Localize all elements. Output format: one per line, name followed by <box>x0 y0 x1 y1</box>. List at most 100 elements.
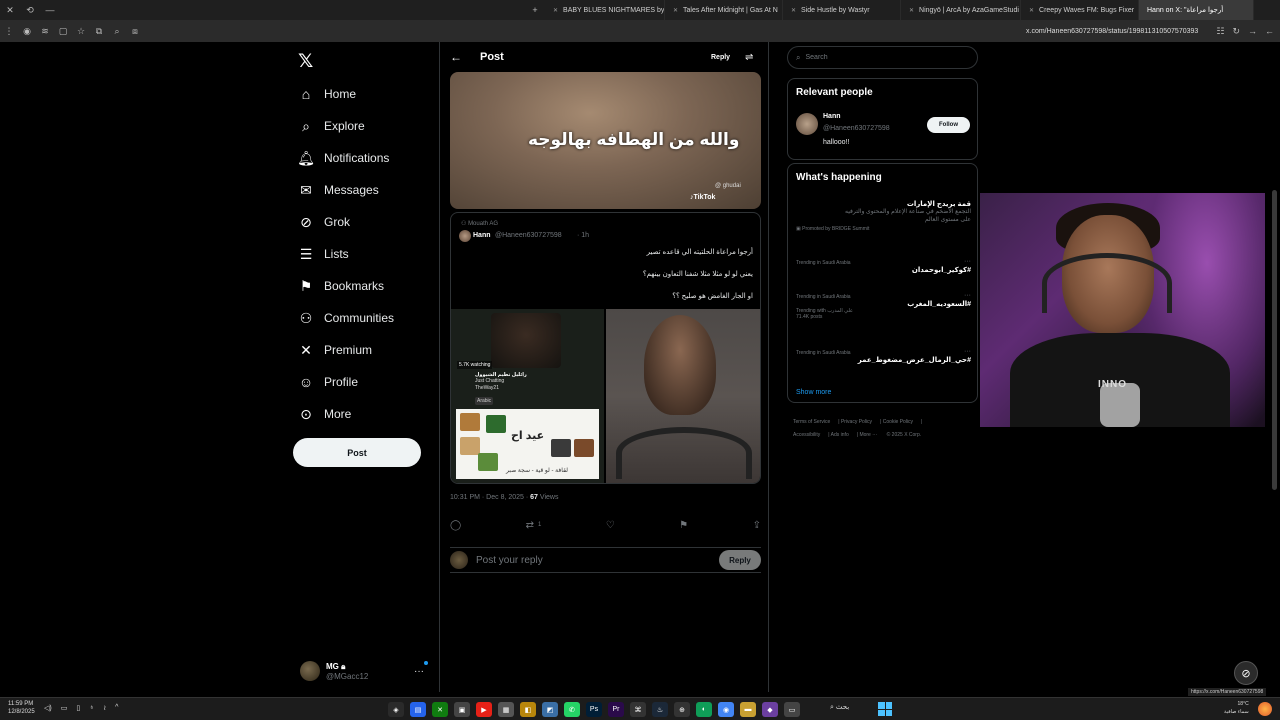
whatsapp-icon[interactable]: ✆ <box>564 702 580 717</box>
trend-item[interactable]: Trending in Saudi Arabia #كوكير_ابوحمدان… <box>796 258 971 274</box>
reply-input[interactable]: Post your reply <box>476 555 543 566</box>
grok-fab-icon[interactable]: ⊘ <box>1234 661 1258 685</box>
app-icon[interactable]: ◆ <box>762 702 778 717</box>
person-name[interactable]: Hann <box>823 113 841 120</box>
chrome-icon[interactable]: ◉ <box>718 702 734 717</box>
tab-actions-icon[interactable]: ⟲ <box>20 5 40 16</box>
person-handle[interactable]: @Haneen630727598 <box>823 125 890 132</box>
reader-icon[interactable]: ☷ <box>1216 26 1224 37</box>
more-dots-icon[interactable]: ··· <box>414 666 424 677</box>
post-video[interactable]: والله من الهطافه بهالوجه @ ghudai ♪TikTo… <box>450 72 761 209</box>
footer-link[interactable]: Accessibility <box>793 432 820 438</box>
search-input[interactable] <box>805 54 956 61</box>
app-icon[interactable]: ⊕ <box>674 702 690 717</box>
search-icon[interactable]: ⌕ <box>108 26 126 37</box>
footer-link[interactable]: Terms of Service <box>793 419 830 425</box>
more-dots-icon[interactable]: ··· <box>964 348 971 355</box>
nav-home[interactable]: ⌂ Home <box>298 82 356 106</box>
reply-icon[interactable]: ◯ <box>450 520 461 531</box>
nav-more[interactable]: ⊙ More <box>298 402 351 426</box>
app-icon[interactable]: ◩ <box>542 702 558 717</box>
close-window-icon[interactable]: ✕ <box>0 5 20 16</box>
browser-tab[interactable]: ✕ BABY BLUES NIGHTMARES by <box>545 0 665 20</box>
speaker-icon[interactable]: ◁) <box>44 704 52 712</box>
app-icon[interactable]: ◈ <box>388 702 404 717</box>
trend-item[interactable]: Trending in Saudi Arabia #السعوديه_المغر… <box>796 292 971 320</box>
app-icon[interactable]: ▭ <box>784 702 800 717</box>
nav-premium[interactable]: ✕ Premium <box>298 338 372 362</box>
new-tab-icon[interactable]: + <box>525 5 545 15</box>
nav-notifications[interactable]: 🔔︎ Notifications <box>297 146 389 170</box>
post-button[interactable]: Post <box>293 438 421 467</box>
browser-tab[interactable]: ✕ Tales After Midnight | Gas At N <box>665 0 783 20</box>
weather-icon[interactable] <box>1258 702 1272 716</box>
forward-icon[interactable]: → <box>1248 26 1257 37</box>
bookmark-icon[interactable]: ⚑ <box>679 520 688 531</box>
nav-profile[interactable]: ☺ Profile <box>298 370 358 394</box>
nav-grok[interactable]: ⊘ Grok <box>298 210 350 234</box>
display-icon[interactable]: ▭ <box>61 704 68 712</box>
footer-link[interactable]: Cookie Policy <box>883 419 913 425</box>
url-field[interactable]: x.com/Haneen630727598/status/19981131050… <box>1026 28 1198 35</box>
follow-button[interactable]: Follow <box>927 117 970 133</box>
app-icon[interactable]: ◐ <box>696 702 712 717</box>
app-icon[interactable]: ◧ <box>520 702 536 717</box>
history-icon[interactable]: ≋ <box>36 26 54 37</box>
promoted-trend[interactable]: قمة بريدج الإمارات التجمع الأضخم في صناع… <box>796 200 971 232</box>
repost-action[interactable]: ⇄ 1 <box>526 520 542 531</box>
extensions-icon[interactable]: ⧉ <box>90 26 108 37</box>
photoshop-icon[interactable]: Ps <box>586 702 602 717</box>
reload-icon[interactable]: ↻ <box>1232 26 1240 37</box>
chevron-up-icon[interactable]: ^ <box>115 704 118 712</box>
browser-tab-active[interactable]: Hann on X: "أرجوا مراعاة <box>1139 0 1254 20</box>
settings-sliders-icon[interactable]: ⇌ <box>745 52 753 63</box>
more-dots-icon[interactable]: ··· <box>964 258 971 265</box>
browser-tab[interactable]: ✕ Creepy Waves FM: Bugs Fixer <box>1021 0 1139 20</box>
youtube-icon[interactable]: ▶ <box>476 702 492 717</box>
steam-icon[interactable]: ♨ <box>652 702 668 717</box>
star-icon[interactable]: ☆ <box>72 26 90 37</box>
folder-icon[interactable]: ▬ <box>740 702 756 717</box>
wifi-icon[interactable]: ≀ <box>103 704 106 712</box>
clock[interactable]: 11:59 PM 12/8/2025 <box>8 700 35 716</box>
back-arrow-icon[interactable]: ← <box>450 50 462 64</box>
avatar[interactable] <box>796 113 818 135</box>
app-icon[interactable]: ⌘ <box>630 702 646 717</box>
post-timestamp[interactable]: 10:31 PM · Dec 8, 2025 · <box>450 494 530 501</box>
media-image-2[interactable] <box>606 309 760 483</box>
show-more-link[interactable]: Show more <box>796 389 831 396</box>
nav-bookmarks[interactable]: ⚑ Bookmarks <box>298 274 384 298</box>
app-icon[interactable]: ▦ <box>498 702 514 717</box>
browser-tab[interactable]: ✕ Ningyō | ArcA by AzaGameStudi <box>901 0 1021 20</box>
premiere-icon[interactable]: Pr <box>608 702 624 717</box>
minimize-icon[interactable]: — <box>40 5 60 15</box>
menu-icon[interactable]: ⋮ <box>0 26 18 37</box>
mic-icon[interactable]: ♁ <box>89 704 94 712</box>
nav-explore[interactable]: ⌕ Explore <box>298 114 365 138</box>
app-icon[interactable]: ▣ <box>454 702 470 717</box>
app-icon[interactable]: ▤ <box>410 702 426 717</box>
nav-communities[interactable]: ⚇ Communities <box>298 306 394 330</box>
tabs-icon[interactable]: ▢ <box>54 26 72 37</box>
footer-link[interactable]: Privacy Policy <box>841 419 872 425</box>
nav-lists[interactable]: ☰ Lists <box>298 242 349 266</box>
back-icon[interactable]: ← <box>1265 26 1274 37</box>
footer-link[interactable]: More ··· <box>859 432 877 438</box>
taskbar-search[interactable]: ⌕ بحث <box>830 703 849 712</box>
like-icon[interactable]: ♡ <box>606 520 615 531</box>
footer-link[interactable]: Ads info <box>831 432 849 438</box>
share-icon[interactable]: ⇪ <box>753 520 761 531</box>
account-switcher[interactable]: MG 🔒︎ @MGacc12 ··· <box>300 657 436 685</box>
x-logo-icon[interactable]: 𝕏 <box>298 50 313 73</box>
profile-icon[interactable]: ◉ <box>18 26 36 37</box>
battery-icon[interactable]: ▯ <box>76 704 80 712</box>
weather-widget[interactable]: 18°C سماء صافية <box>1224 700 1249 716</box>
author-name[interactable]: Hann <box>473 232 491 239</box>
trend-item[interactable]: Trending in Saudi Arabia #حي_الرمال_عرض_… <box>796 348 971 364</box>
share-icon[interactable]: ⧈ <box>126 26 144 37</box>
xbox-icon[interactable]: ✕ <box>432 702 448 717</box>
avatar[interactable] <box>459 230 471 242</box>
media-image-1[interactable]: 5.7K watching Just Chatting TheWay21 رائل… <box>451 309 604 483</box>
windows-start-icon[interactable] <box>878 702 892 716</box>
browser-tab[interactable]: ✕ Side Hustle by Wastyr <box>783 0 901 20</box>
